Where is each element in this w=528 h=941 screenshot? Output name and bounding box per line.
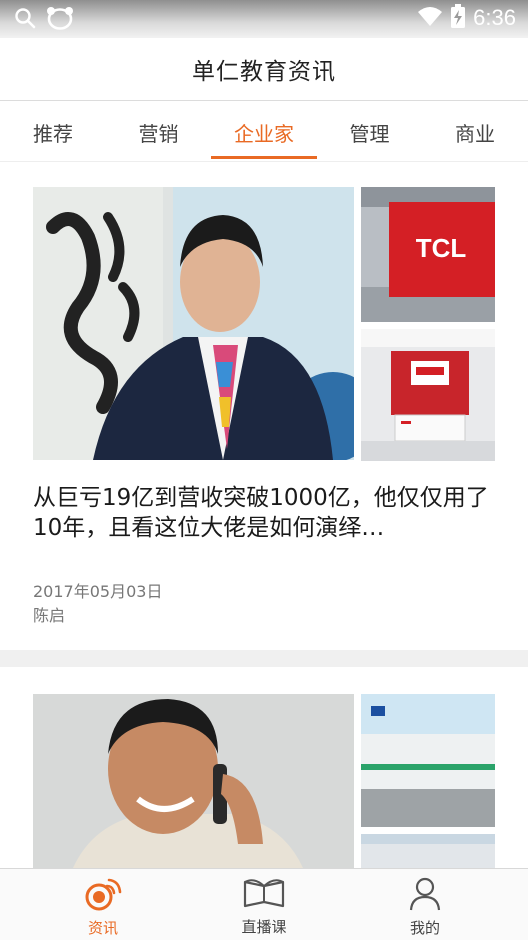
category-tabs: 推荐 营销 企业家 管理 商业	[0, 102, 528, 162]
battery-charging-icon	[451, 4, 466, 32]
person-icon	[408, 877, 442, 915]
article-side-image-bottom	[361, 329, 495, 461]
nav-news-label: 资讯	[87, 919, 118, 937]
status-bar: 6:36	[0, 0, 528, 38]
article-author: 陈启	[33, 606, 66, 625]
article-card[interactable]: TCL 从巨亏19亿到营收突破1000亿，他仅仅用了10年，且看这位大佬是如何演…	[0, 162, 528, 650]
tab-recommend[interactable]: 推荐	[0, 102, 106, 162]
open-book-icon	[242, 878, 286, 914]
tab-entrepreneur[interactable]: 企业家	[211, 102, 317, 162]
tab-marketing[interactable]: 营销	[106, 102, 211, 162]
article-date: 2017年05月03日	[33, 582, 163, 601]
page-title: 单仁教育资讯	[192, 59, 336, 85]
app-header: 单仁教育资讯	[0, 38, 528, 101]
nav-profile-label: 我的	[409, 919, 440, 937]
article-title[interactable]: 从巨亏19亿到营收突破1000亿，他仅仅用了10年，且看这位大佬是如何演绎…	[33, 483, 503, 543]
news-radio-icon	[83, 877, 123, 915]
nav-live-course[interactable]: 直播课	[204, 869, 324, 941]
tab-management[interactable]: 管理	[317, 102, 422, 162]
article-side-image-top	[361, 694, 495, 827]
status-time: 6:36	[473, 5, 516, 30]
tab-business[interactable]: 商业	[422, 102, 528, 162]
bottom-navigation: 资讯 直播课 我的	[0, 868, 528, 940]
nav-news[interactable]: 资讯	[43, 869, 163, 941]
article-card[interactable]	[0, 667, 528, 868]
bear-app-icon	[46, 6, 74, 34]
nav-profile[interactable]: 我的	[365, 869, 485, 941]
article-side-image-bottom	[361, 834, 495, 868]
active-tab-indicator	[211, 156, 317, 159]
search-icon	[14, 7, 36, 33]
wifi-icon	[417, 5, 443, 31]
card-separator	[0, 650, 528, 667]
tcl-logo-text: TCL	[416, 233, 467, 263]
nav-live-course-label: 直播课	[241, 918, 287, 936]
article-side-image-top: TCL	[361, 187, 495, 322]
article-main-image	[33, 187, 354, 460]
article-main-image	[33, 694, 354, 868]
